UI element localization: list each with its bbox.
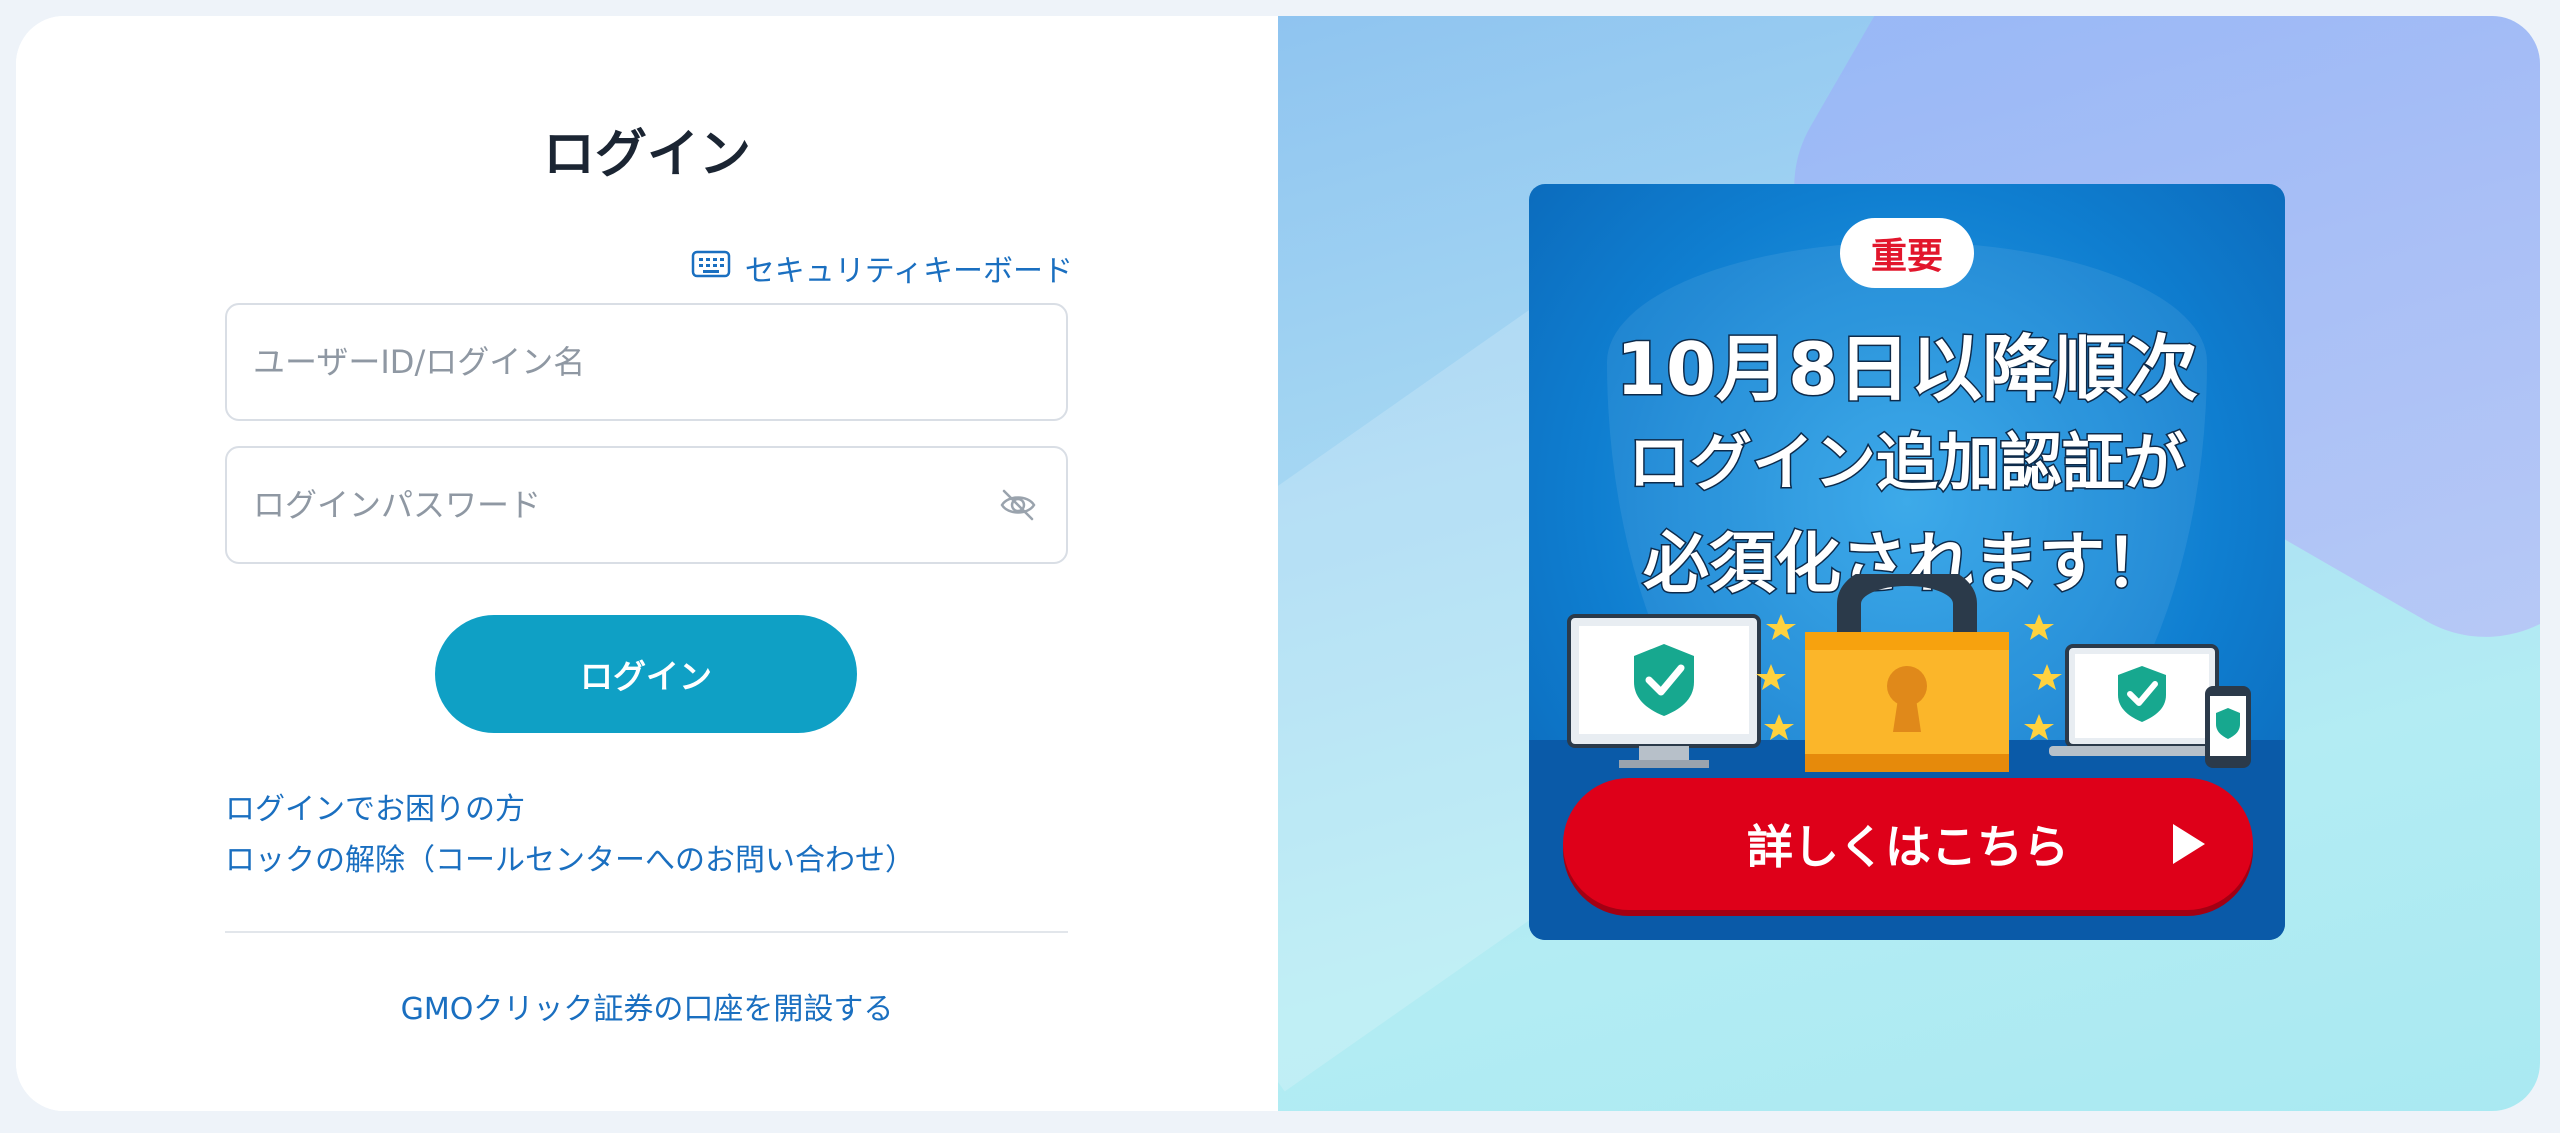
monitor-icon	[1567, 614, 1761, 768]
login-button[interactable]: ログイン	[435, 615, 857, 733]
promo-panel: 重要 10月8日以降順次 ログイン追加認証が 必須化されます！ 詳しくはこちら	[1278, 16, 2540, 1111]
banner-headline-line1: 10月8日以降順次	[1614, 326, 2199, 413]
login-help-link[interactable]: ログインでお困りの方	[225, 784, 525, 828]
login-panel: ログイン セキュリティキーボード ユーザーID/ログイン名 ログイン ログインで…	[16, 16, 1278, 1111]
padlock-icon	[1805, 574, 2009, 772]
userid-field[interactable]	[225, 303, 1068, 421]
page-title: ログイン	[542, 125, 751, 185]
play-arrow-icon	[2173, 824, 2205, 864]
details-button-label: 詳しくはこちら	[1747, 820, 2069, 874]
security-banner[interactable]: 重要 10月8日以降順次 ログイン追加認証が 必須化されます！ 詳しくはこちら	[1529, 184, 2285, 940]
security-keyboard-link[interactable]: セキュリティキーボード	[691, 246, 1073, 290]
keyboard-icon	[691, 249, 731, 287]
password-field[interactable]	[225, 446, 1068, 564]
open-account-link[interactable]: GMOクリック証券の口座を開設する	[16, 984, 1278, 1028]
important-badge: 重要	[1840, 218, 1974, 288]
devices-padlock-illustration	[1567, 574, 2251, 772]
login-card: ログイン セキュリティキーボード ユーザーID/ログイン名 ログイン ログインで…	[16, 16, 2540, 1111]
banner-headline-line2: ログイン追加認証が	[1626, 425, 2187, 501]
eye-off-icon[interactable]	[996, 483, 1040, 527]
security-keyboard-label: セキュリティキーボード	[744, 254, 1073, 289]
userid-input[interactable]	[253, 343, 1040, 381]
unlock-contact-link[interactable]: ロックの解除（コールセンターへのお問い合わせ）	[225, 835, 915, 879]
smartphone-icon	[2205, 686, 2251, 768]
password-input[interactable]	[253, 486, 996, 524]
details-button[interactable]: 詳しくはこちら	[1563, 778, 2253, 910]
divider	[225, 931, 1068, 933]
